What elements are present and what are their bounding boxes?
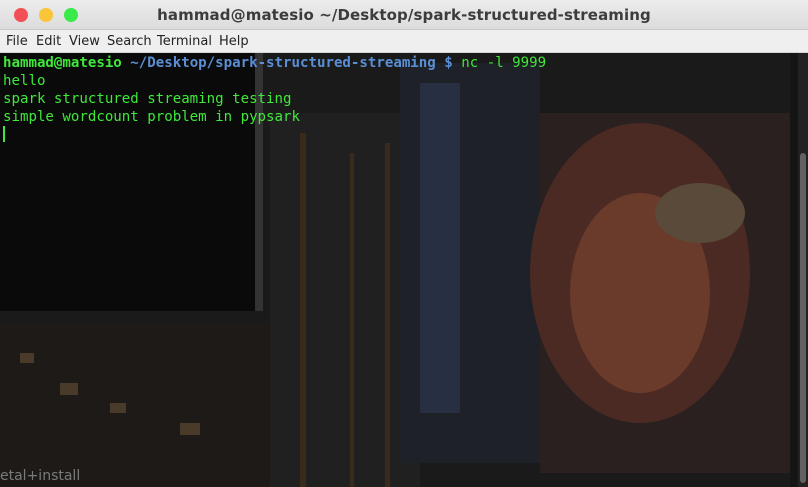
output-line: simple wordcount problem in pypsark	[3, 109, 300, 125]
menu-view[interactable]: View	[69, 34, 100, 49]
menu-file[interactable]: File	[6, 34, 28, 49]
text-cursor	[3, 126, 5, 142]
window-title: hammad@matesio ~/Desktop/spark-structure…	[157, 6, 651, 24]
prompt-path: ~/Desktop/spark-structured-streaming	[130, 55, 436, 71]
prompt-user: hammad@matesio	[3, 55, 122, 71]
output-line: hello	[3, 73, 46, 89]
scrollbar[interactable]	[798, 53, 808, 487]
output-line: spark structured streaming testing	[3, 91, 292, 107]
menu-bar: File Edit View Search Terminal Help	[0, 30, 808, 53]
scrollbar-thumb[interactable]	[800, 153, 806, 483]
title-bar[interactable]: hammad@matesio ~/Desktop/spark-structure…	[0, 0, 808, 30]
menu-terminal[interactable]: Terminal	[157, 34, 212, 49]
menu-search[interactable]: Search	[107, 34, 152, 49]
terminal-output: hammad@matesio ~/Desktop/spark-structure…	[3, 54, 546, 144]
menu-help[interactable]: Help	[219, 34, 249, 49]
background-text: etal+install	[0, 468, 81, 484]
terminal-window: hammad@matesio ~/Desktop/spark-structure…	[0, 0, 808, 487]
prompt-line: hammad@matesio ~/Desktop/spark-structure…	[3, 54, 546, 72]
prompt-command: nc -l 9999	[461, 55, 547, 71]
menu-edit[interactable]: Edit	[36, 34, 61, 49]
prompt-symbol: $	[444, 55, 453, 71]
terminal-area[interactable]: hammad@matesio ~/Desktop/spark-structure…	[0, 53, 808, 487]
